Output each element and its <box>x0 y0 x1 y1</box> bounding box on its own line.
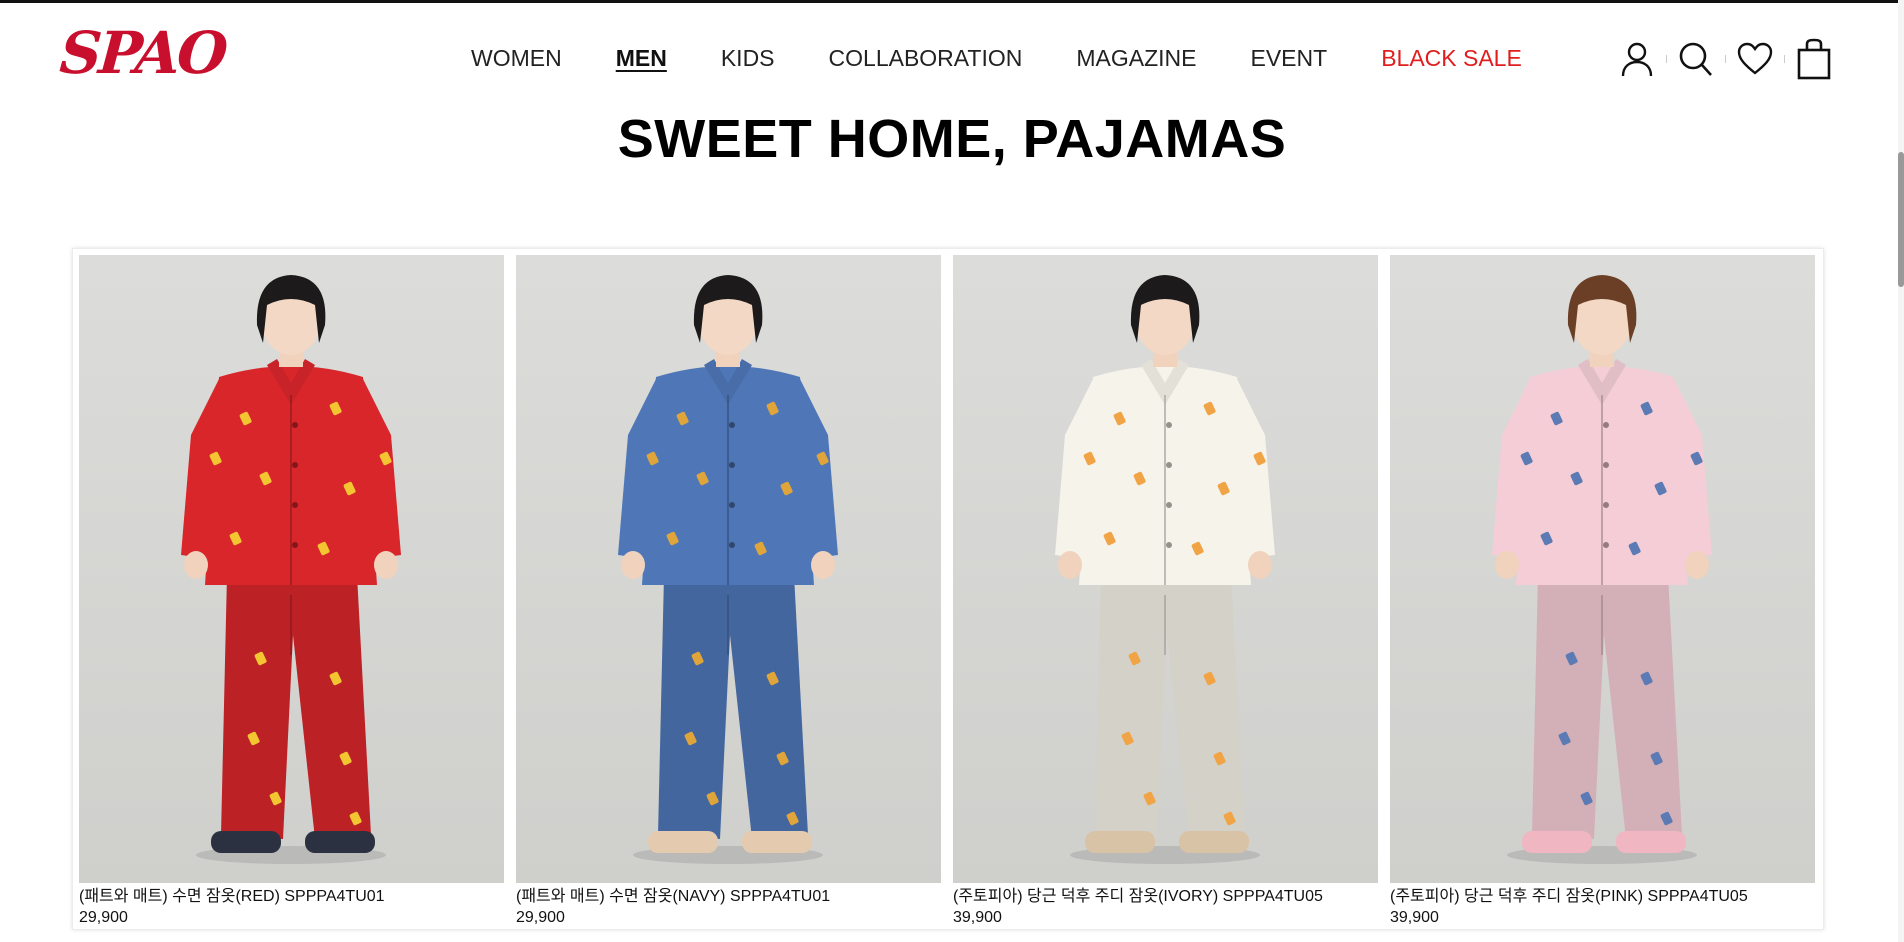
search-icon <box>1679 42 1712 76</box>
cart-button[interactable] <box>1794 37 1834 81</box>
product-price: 29,900 <box>79 909 128 926</box>
product-image[interactable] <box>953 255 1378 883</box>
product-grid: (패트와 매트) 수면 잠옷(RED) SPPPA4TU01 29,900 (패… <box>72 248 1824 930</box>
divider <box>1666 55 1667 63</box>
wishlist-button[interactable] <box>1735 37 1775 81</box>
search-button[interactable] <box>1676 37 1716 81</box>
nav-item-women[interactable]: WOMEN <box>471 45 562 72</box>
scrollbar-track[interactable] <box>1898 0 1904 942</box>
model-illustration <box>516 255 941 883</box>
utility-icons <box>1617 33 1834 85</box>
product-name[interactable]: (패트와 매트) 수면 잠옷(RED) SPPPA4TU01 <box>79 887 504 907</box>
scrollbar-thumb[interactable] <box>1898 152 1904 287</box>
product-price: 39,900 <box>953 909 1002 926</box>
product-price: 39,900 <box>1390 909 1439 926</box>
divider <box>1725 55 1726 63</box>
model-illustration <box>79 255 504 883</box>
nav-item-kids[interactable]: KIDS <box>721 45 775 72</box>
divider <box>1784 55 1785 63</box>
product-name[interactable]: (패트와 매트) 수면 잠옷(NAVY) SPPPA4TU01 <box>516 887 941 907</box>
product-price: 29,900 <box>516 909 565 926</box>
shopping-bag-icon <box>1797 38 1831 80</box>
product-image[interactable] <box>1390 255 1815 883</box>
product-image[interactable] <box>79 255 504 883</box>
nav-item-men[interactable]: MEN <box>616 45 667 72</box>
site-header: SPAO WOMEN MEN KIDS COLLABORATION MAGAZI… <box>0 3 1904 105</box>
product-name[interactable]: (주토피아) 당근 덕후 주디 잠옷(PINK) SPPPA4TU05 <box>1390 887 1815 907</box>
nav-item-collaboration[interactable]: COLLABORATION <box>829 45 1023 72</box>
product-card[interactable]: (주토피아) 당근 덕후 주디 잠옷(IVORY) SPPPA4TU05 39,… <box>953 255 1378 929</box>
nav-item-event[interactable]: EVENT <box>1251 45 1328 72</box>
main-nav: WOMEN MEN KIDS COLLABORATION MAGAZINE EV… <box>471 41 1522 75</box>
spao-logo[interactable]: SPAO <box>57 19 228 87</box>
section-title: SWEET HOME, PAJAMAS <box>617 109 1287 169</box>
product-card[interactable]: (패트와 매트) 수면 잠옷(NAVY) SPPPA4TU01 29,900 <box>516 255 941 929</box>
heart-icon <box>1737 42 1773 75</box>
product-image[interactable] <box>516 255 941 883</box>
user-icon <box>1621 42 1653 77</box>
account-button[interactable] <box>1617 37 1657 81</box>
product-card[interactable]: (주토피아) 당근 덕후 주디 잠옷(PINK) SPPPA4TU05 39,9… <box>1390 255 1815 929</box>
nav-item-magazine[interactable]: MAGAZINE <box>1076 45 1196 72</box>
nav-item-black-sale[interactable]: BLACK SALE <box>1381 45 1522 72</box>
product-name[interactable]: (주토피아) 당근 덕후 주디 잠옷(IVORY) SPPPA4TU05 <box>953 887 1378 907</box>
product-card[interactable]: (패트와 매트) 수면 잠옷(RED) SPPPA4TU01 29,900 <box>79 255 504 929</box>
model-illustration <box>1390 255 1815 883</box>
model-illustration <box>953 255 1378 883</box>
logo-text: SPAO <box>57 19 228 87</box>
